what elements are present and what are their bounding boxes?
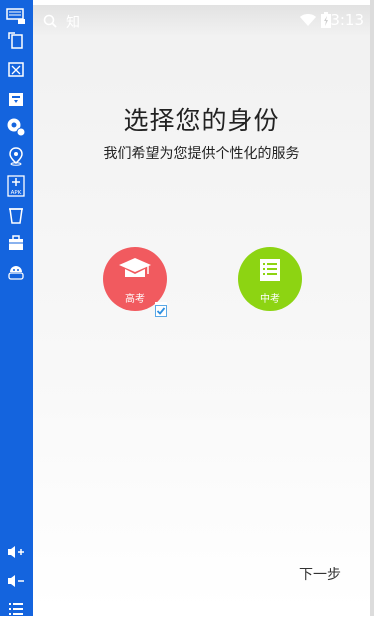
option-zhongkao-button[interactable]: 中考 (238, 247, 302, 311)
page-title: 选择您的身份 (123, 106, 280, 135)
screenshot-icon[interactable] (5, 60, 27, 80)
search-text[interactable]: 知 (66, 12, 80, 32)
next-step-button[interactable]: 下一步 (299, 564, 341, 584)
emulator-toolbar: APK (0, 0, 33, 616)
location-icon[interactable] (5, 146, 27, 166)
option-label-zhongkao: 中考 (260, 294, 280, 305)
install-icon[interactable] (5, 89, 27, 109)
graduation-cap-icon (119, 258, 151, 277)
volume-down-icon[interactable] (5, 571, 27, 591)
keyboard-icon[interactable] (5, 6, 27, 26)
wifi-icon (299, 12, 317, 31)
status-time: 3:13 (330, 11, 364, 29)
toolbox-icon[interactable] (5, 233, 27, 253)
notebook-icon (260, 259, 280, 281)
android-icon[interactable] (5, 262, 27, 282)
selected-check-icon (155, 302, 167, 317)
search-icon[interactable] (43, 13, 57, 32)
page-subtitle: 我们希望为您提供个性化的服务 (103, 146, 300, 162)
phone-screen: 知 3:13 选择您的身份 我们希望为您提供个性化的服务 高考 中考 下一步 (33, 5, 370, 611)
window-edge (370, 0, 374, 616)
location-settings-icon[interactable] (5, 117, 27, 137)
rotate-icon[interactable] (5, 30, 27, 50)
volume-up-icon[interactable] (5, 542, 27, 562)
apk-label: APK (11, 190, 22, 196)
delete-icon[interactable] (5, 205, 27, 225)
menu-icon[interactable] (5, 598, 27, 618)
apk-icon[interactable]: APK (5, 175, 27, 197)
status-bar: 知 3:13 (33, 5, 370, 35)
